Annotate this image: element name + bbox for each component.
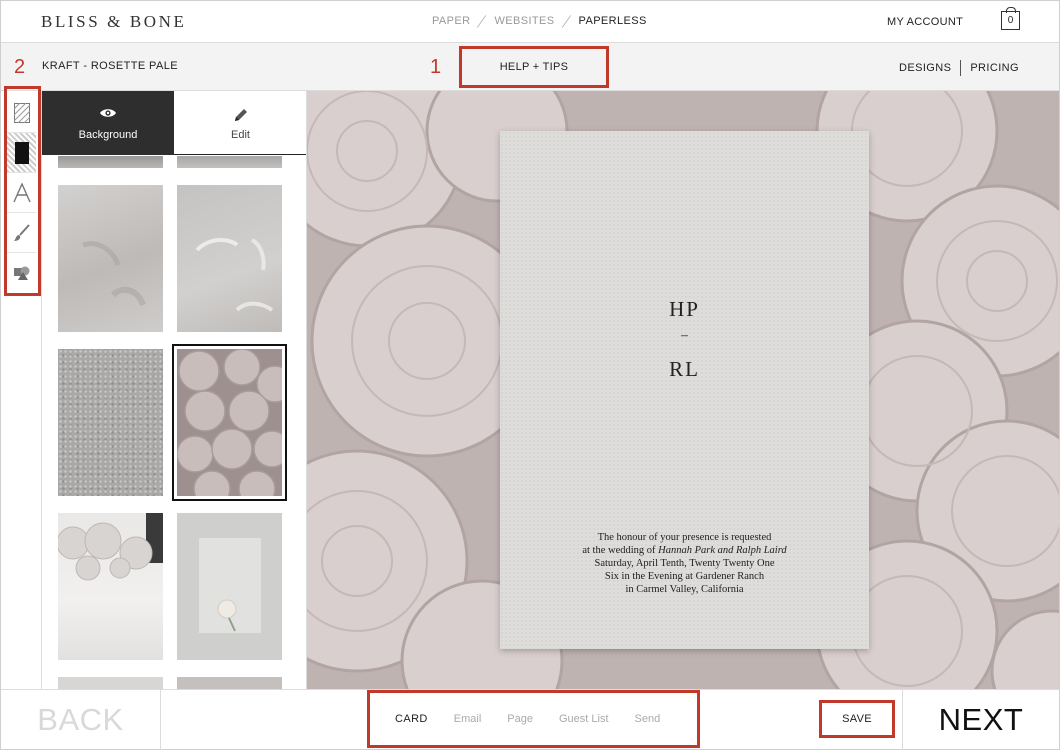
tab-background[interactable]: Background xyxy=(42,91,174,155)
invitation-line-1: The honour of your presence is requested xyxy=(597,532,772,543)
nav-separator xyxy=(474,15,490,27)
nav-item-paperless[interactable]: PAPERLESS xyxy=(579,15,647,27)
save-button[interactable]: SAVE xyxy=(819,700,895,738)
step-page[interactable]: Page xyxy=(507,713,533,725)
invitation-line-2: at the wedding of Hannah Park and Ralph … xyxy=(500,544,869,557)
tab-edit-label: Edit xyxy=(231,129,250,141)
design-name: KRAFT - ROSETTE PALE xyxy=(42,60,178,72)
invitation-text: The honour of your presence is requested… xyxy=(500,531,869,596)
background-thumbnail[interactable] xyxy=(56,513,163,660)
design-canvas: HP – RL The honour of your presence is r… xyxy=(307,91,1059,689)
pricing-link[interactable]: PRICING xyxy=(970,62,1019,74)
invitation-line-2-prefix: at the wedding of xyxy=(582,545,656,556)
monogram-top: HP xyxy=(669,297,700,321)
step-guest-list[interactable]: Guest List xyxy=(559,713,609,725)
subnav-divider xyxy=(960,60,962,76)
nav-item-paper[interactable]: PAPER xyxy=(432,15,470,27)
monogram-bottom: RL xyxy=(669,357,700,381)
background-thumbnail[interactable] xyxy=(58,156,163,168)
background-thumbnail[interactable] xyxy=(58,185,163,332)
invitation-card[interactable]: HP – RL The honour of your presence is r… xyxy=(500,131,869,649)
tab-background-label: Background xyxy=(78,129,138,141)
nav-item-websites[interactable]: WEBSITES xyxy=(494,15,554,27)
tab-edit[interactable]: Edit xyxy=(174,91,306,155)
cart-icon[interactable]: 0 xyxy=(1001,7,1020,30)
monogram-dash: – xyxy=(681,328,688,343)
tool-strip-highlight xyxy=(4,86,41,296)
annotation-marker-2: 2 xyxy=(14,56,26,78)
logo[interactable]: BLISS & BONE xyxy=(41,12,187,32)
bottom-bar: BACK CARD Email Page Guest List Send SAV… xyxy=(1,689,1059,750)
pencil-icon xyxy=(174,107,306,123)
invitation-line-4: Six in the Evening at Gardener Ranch xyxy=(604,571,765,582)
invitation-line-3: Saturday, April Tenth, Twenty Twenty One xyxy=(594,558,775,569)
my-account-link[interactable]: MY ACCOUNT xyxy=(887,16,963,28)
sub-nav: DESIGNS PRICING xyxy=(899,60,1019,76)
background-thumbnail[interactable] xyxy=(177,513,282,660)
eye-icon xyxy=(42,107,174,119)
background-thumbnail[interactable] xyxy=(58,677,163,689)
design-subbar: KRAFT - ROSETTE PALE HELP + TIPS DESIGNS… xyxy=(1,43,1059,91)
cart-count: 0 xyxy=(1007,15,1014,26)
couple-names: Hannah Park and Ralph Laird xyxy=(658,545,787,556)
step-navigation: CARD Email Page Guest List Send xyxy=(367,690,700,748)
nav-separator xyxy=(559,15,575,27)
background-thumbnail[interactable] xyxy=(177,677,282,689)
designs-link[interactable]: DESIGNS xyxy=(899,62,951,74)
top-nav: BLISS & BONE PAPER WEBSITES PAPERLESS MY… xyxy=(1,1,1059,43)
help-tips-button[interactable]: HELP + TIPS xyxy=(459,46,609,88)
background-panel: Background Edit xyxy=(42,91,307,689)
background-thumbnail[interactable] xyxy=(58,349,163,496)
background-thumbnail[interactable] xyxy=(177,185,282,332)
main-nav: PAPER WEBSITES PAPERLESS xyxy=(432,15,647,27)
step-card[interactable]: CARD xyxy=(395,713,428,725)
annotation-marker-1: 1 xyxy=(430,56,442,78)
app-frame: BLISS & BONE PAPER WEBSITES PAPERLESS MY… xyxy=(0,0,1060,750)
background-thumbnail-selected[interactable] xyxy=(172,344,287,501)
back-button[interactable]: BACK xyxy=(1,690,161,750)
next-button[interactable]: NEXT xyxy=(902,690,1059,750)
step-email[interactable]: Email xyxy=(454,713,482,725)
background-thumbnail[interactable] xyxy=(177,156,282,168)
invitation-line-5: in Carmel Valley, California xyxy=(625,584,744,595)
step-send[interactable]: Send xyxy=(635,713,661,725)
